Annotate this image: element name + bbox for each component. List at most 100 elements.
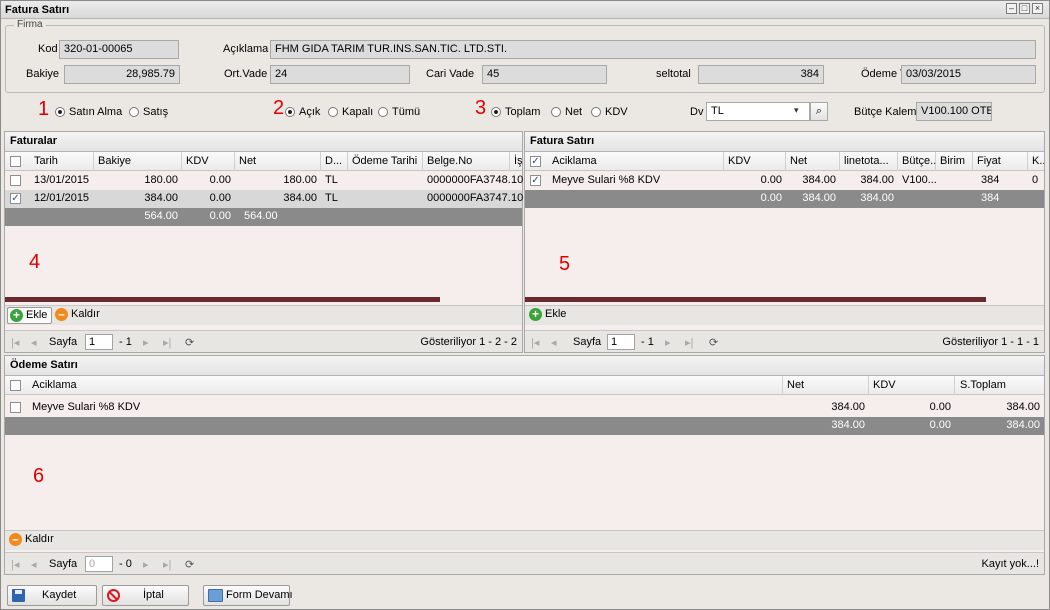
- radio-tumu[interactable]: [378, 107, 388, 117]
- col-kdv[interactable]: KDV: [869, 376, 955, 395]
- first-page-icon[interactable]: |◂: [531, 336, 539, 349]
- pagination-status: Gösteriliyor 1 - 2 - 2: [420, 336, 517, 348]
- col-d[interactable]: D...: [321, 152, 348, 171]
- ortvade-field[interactable]: 24: [270, 65, 410, 84]
- maximize-icon[interactable]: □: [1019, 3, 1030, 14]
- col-tarih[interactable]: Tarih: [26, 152, 94, 171]
- marker-1: 1: [38, 98, 50, 120]
- search-icon[interactable]: ⌕: [810, 102, 828, 121]
- minimize-icon[interactable]: –: [1006, 3, 1017, 14]
- faturalar-grid-header: Tarih Bakiye KDV Net D... Ödeme Tarihi B…: [5, 152, 523, 171]
- cancel-button[interactable]: İptal: [102, 585, 189, 606]
- select-all-checkbox[interactable]: ✓: [530, 156, 541, 167]
- prev-page-icon[interactable]: ◂: [31, 336, 37, 349]
- col-aciklama[interactable]: Aciklama: [546, 152, 724, 171]
- next-page-icon[interactable]: ▸: [143, 336, 149, 349]
- aciklama-field[interactable]: FHM GIDA TARIM TUR.INS.SAN.TIC. LTD.STI.: [270, 40, 1036, 59]
- refresh-icon[interactable]: ⟳: [185, 336, 194, 349]
- add-button[interactable]: + Ekle: [527, 307, 570, 324]
- col-belge-no[interactable]: Belge.No: [423, 152, 510, 171]
- window-title: Fatura Satırı: [5, 4, 70, 16]
- faturalar-title: Faturalar: [5, 132, 522, 152]
- form-continue-button[interactable]: Form Devamı: [203, 585, 293, 606]
- table-row[interactable]: Meyve Sulari %8 KDV 384.00 0.00 384.00: [5, 399, 1044, 417]
- cell-d: TL: [325, 174, 338, 186]
- bakiye-field[interactable]: 28,985.79: [64, 65, 180, 84]
- col-odeme-tarihi[interactable]: Ödeme Tarihi: [348, 152, 423, 171]
- refresh-icon[interactable]: ⟳: [185, 558, 194, 571]
- last-page-icon[interactable]: ▸|: [163, 336, 171, 349]
- col-birim[interactable]: Birim: [936, 152, 973, 171]
- row-checkbox[interactable]: ✓: [530, 175, 541, 186]
- fatura-satiri-pagination: |◂ ◂ Sayfa 1 - 1 ▸ ▸| ⟳ Gösteriliyor 1 -…: [525, 330, 1044, 352]
- radio-kdv[interactable]: [591, 107, 601, 117]
- col-net[interactable]: Net: [235, 152, 321, 171]
- cancel-button-label: İptal: [143, 589, 164, 601]
- page-input[interactable]: 1: [607, 334, 635, 350]
- next-page-icon[interactable]: ▸: [143, 558, 149, 571]
- add-button[interactable]: + Ekle: [7, 307, 53, 324]
- radio-kapali[interactable]: [328, 107, 338, 117]
- col-net[interactable]: Net: [783, 376, 869, 395]
- radio-acik[interactable]: [285, 107, 295, 117]
- first-page-icon[interactable]: |◂: [11, 558, 19, 571]
- prev-page-icon[interactable]: ◂: [551, 336, 557, 349]
- col-k[interactable]: K...: [1028, 152, 1044, 171]
- page-input[interactable]: 0: [85, 556, 113, 572]
- horizontal-scrollbar[interactable]: [5, 297, 440, 302]
- row-checkbox[interactable]: ✓: [10, 193, 21, 204]
- chevron-down-icon[interactable]: ▾: [794, 105, 799, 116]
- next-page-icon[interactable]: ▸: [665, 336, 671, 349]
- col-linetotal[interactable]: linetota...: [840, 152, 898, 171]
- col-kdv[interactable]: KDV: [724, 152, 786, 171]
- page-label: Sayfa: [49, 558, 78, 570]
- total-bakiye: 564.00: [144, 210, 178, 222]
- odemet-field[interactable]: 03/03/2015: [901, 65, 1036, 84]
- remove-button[interactable]: – Kaldır: [7, 532, 58, 549]
- row-checkbox[interactable]: [10, 402, 21, 413]
- butce-kalemi-field[interactable]: V100.100 OTE: [916, 102, 992, 121]
- col-bakiye[interactable]: Bakiye: [94, 152, 182, 171]
- odeme-satiri-panel: Ödeme Satırı Aciklama Net KDV S.Toplam M…: [4, 355, 1045, 575]
- kod-field[interactable]: 320-01-00065: [59, 40, 179, 59]
- save-button[interactable]: Kaydet: [7, 585, 97, 606]
- remove-button[interactable]: – Kaldır: [53, 307, 104, 324]
- radio-satis[interactable]: [129, 107, 139, 117]
- col-aciklama[interactable]: Aciklama: [26, 376, 783, 395]
- cell-net: 384.00: [831, 401, 865, 413]
- total-linetotal: 384.00: [860, 192, 894, 204]
- cell-belge-no: 0000000FA3747...: [427, 192, 510, 204]
- col-net[interactable]: Net: [786, 152, 840, 171]
- last-page-icon[interactable]: ▸|: [685, 336, 693, 349]
- first-page-icon[interactable]: |◂: [11, 336, 19, 349]
- carivade-field[interactable]: 45: [482, 65, 607, 84]
- prev-page-icon[interactable]: ◂: [31, 558, 37, 571]
- radio-toplam[interactable]: [491, 107, 501, 117]
- fatura-satiri-title: Fatura Satırı: [525, 132, 1044, 152]
- col-stoplam[interactable]: S.Toplam: [955, 376, 1044, 395]
- col-isl[interactable]: İşl: [510, 152, 523, 171]
- select-all-checkbox[interactable]: [10, 156, 21, 167]
- page-input[interactable]: 1: [85, 334, 113, 350]
- radio-satin-alma[interactable]: [55, 107, 65, 117]
- refresh-icon[interactable]: ⟳: [709, 336, 718, 349]
- col-fiyat[interactable]: Fiyat: [973, 152, 1028, 171]
- radio-net[interactable]: [551, 107, 561, 117]
- fatura-satiri-window: Fatura Satırı – □ × Firma Kod 320-01-000…: [0, 0, 1050, 610]
- col-butce[interactable]: Bütçe...: [898, 152, 936, 171]
- radio-tumu-label: Tümü: [392, 106, 421, 118]
- form-continue-button-label: Form Devamı: [226, 589, 293, 601]
- table-row[interactable]: 13/01/2015 180.00 0.00 180.00 TL 0000000…: [5, 172, 523, 190]
- select-all-checkbox[interactable]: [10, 380, 21, 391]
- seltotal-field[interactable]: 384: [698, 65, 824, 84]
- table-row[interactable]: ✓ Meyve Sulari %8 KDV 0.00 384.00 384.00…: [525, 172, 1044, 190]
- page-of: - 1: [119, 336, 132, 348]
- cell-net: 384.00: [802, 174, 836, 186]
- last-page-icon[interactable]: ▸|: [163, 558, 171, 571]
- horizontal-scrollbar[interactable]: [525, 297, 986, 302]
- total-net: 384.00: [802, 192, 836, 204]
- close-icon[interactable]: ×: [1032, 3, 1043, 14]
- row-checkbox[interactable]: [10, 175, 21, 186]
- table-row[interactable]: ✓ 12/01/2015 384.00 0.00 384.00 TL 00000…: [5, 190, 523, 208]
- col-kdv[interactable]: KDV: [182, 152, 235, 171]
